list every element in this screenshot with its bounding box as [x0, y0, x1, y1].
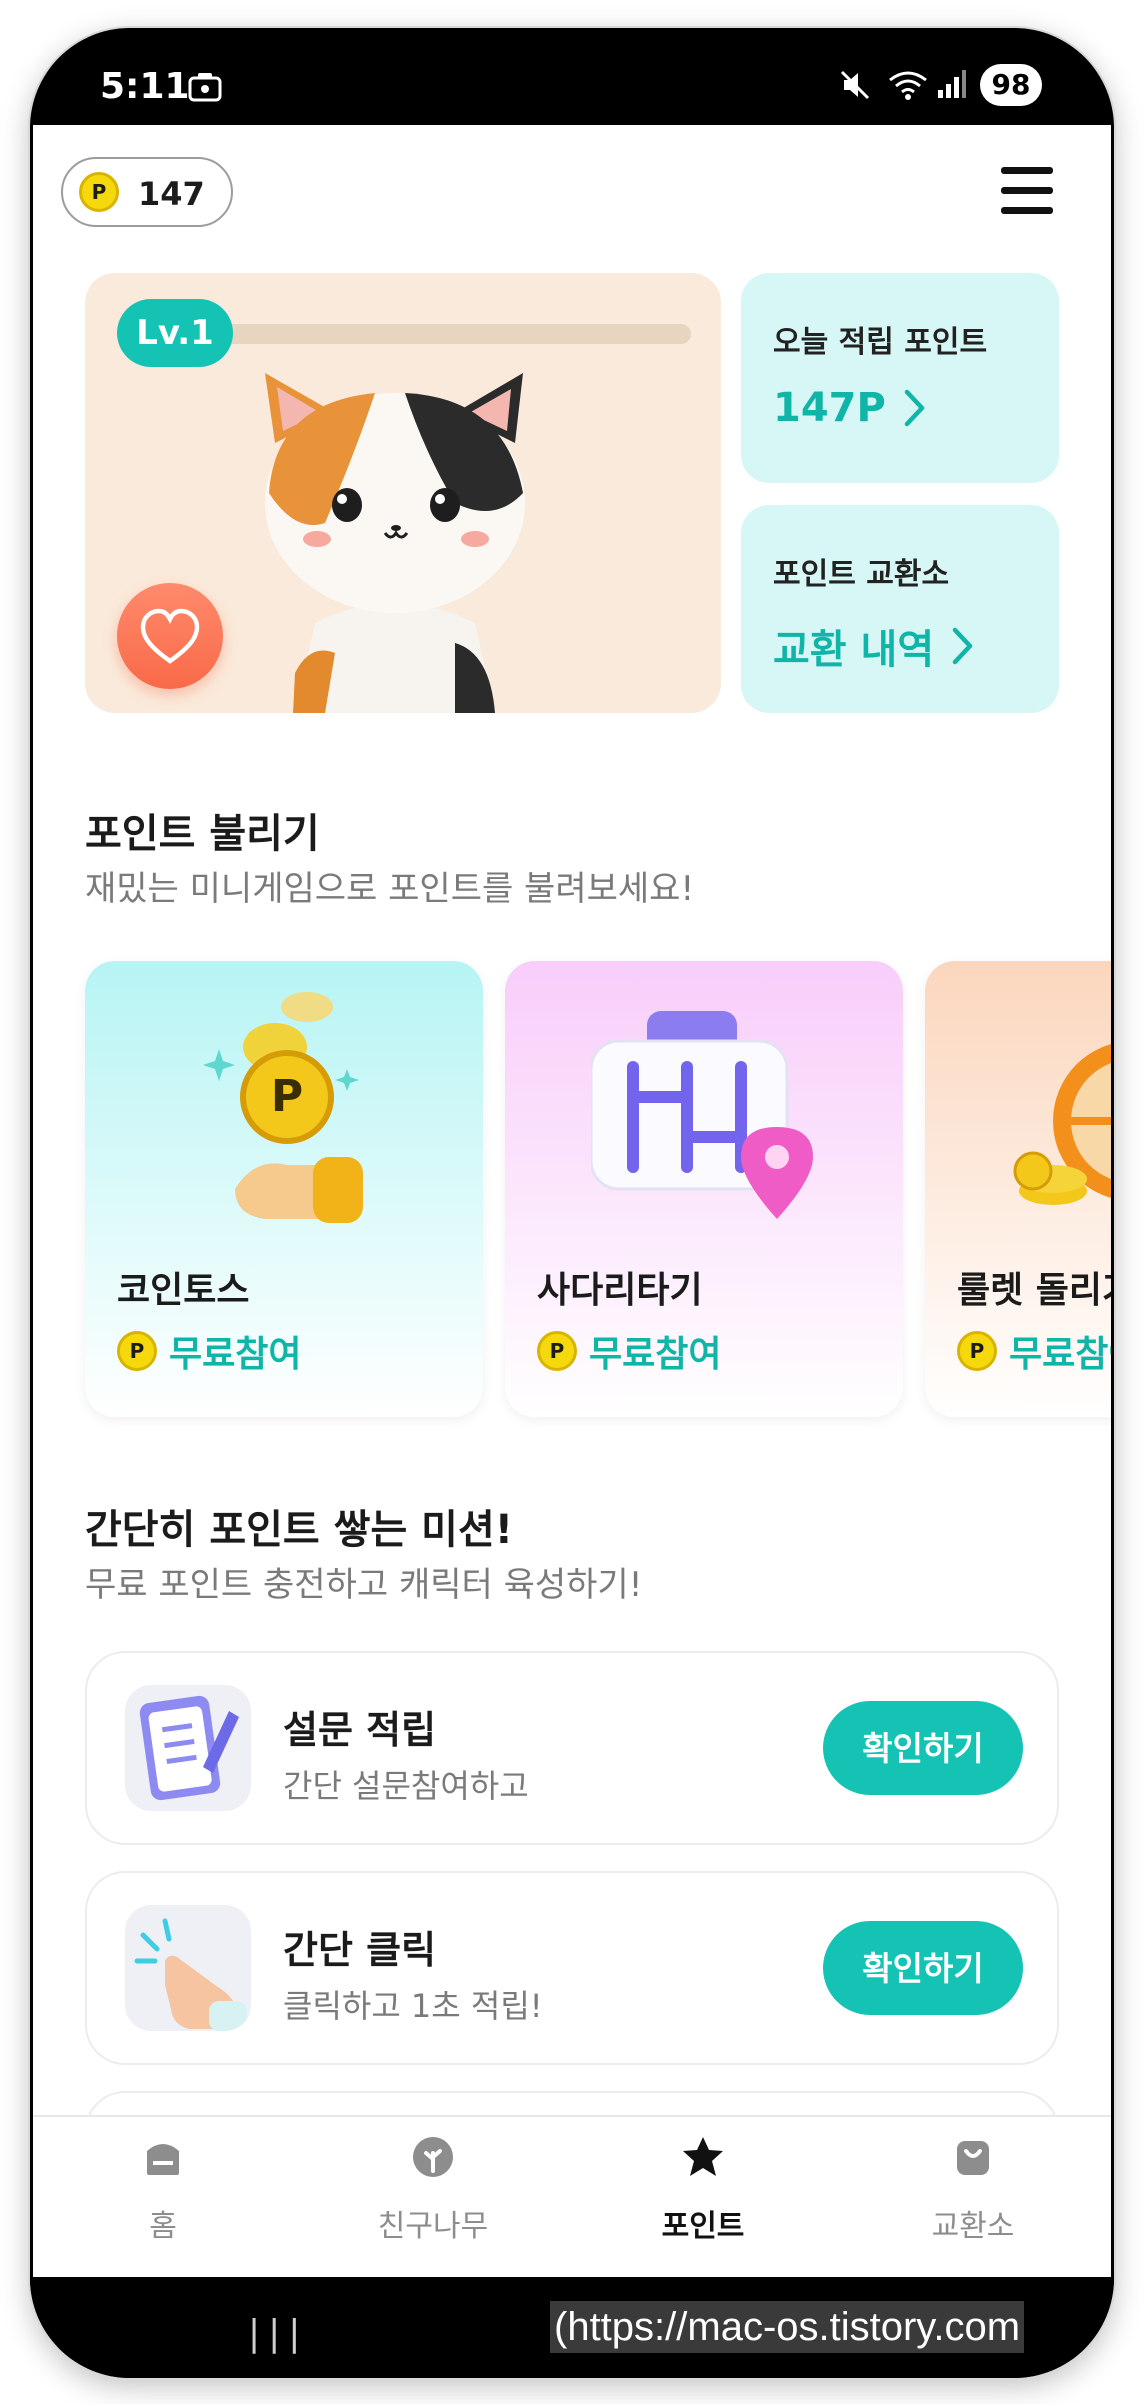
nav-label: 포인트 — [661, 2209, 745, 2244]
game-name: 룰렛 돌리기 — [957, 1270, 1111, 1311]
app-screen: P 147 Lv.1 오늘 적립 포인트 147P 포인트 교환소 교환 내역 … — [33, 125, 1111, 2277]
confirm-button[interactable]: 확인하기 — [823, 1921, 1023, 2015]
menu-button[interactable] — [999, 167, 1055, 217]
nav-label: 홈 — [149, 2209, 177, 2244]
signal-icon — [938, 70, 966, 98]
point-coin-icon: P — [537, 1331, 577, 1371]
status-bar: 5:11 98 — [30, 28, 1114, 125]
level-badge: Lv.1 — [117, 299, 233, 367]
game-free-tag: P 무료참여 — [537, 1325, 721, 1377]
bottom-navigation: 홈 친구나무 포인트 교환소 — [33, 2115, 1111, 2277]
mission-item-click[interactable]: 간단 클릭 클릭하고 1초 적립! 확인하기 — [85, 1871, 1059, 2065]
game-card-roulette[interactable]: 룰렛 돌리기 P 무료참여 — [925, 961, 1111, 1417]
hamburger-line — [1001, 207, 1053, 214]
missions-section-title: 간단히 포인트 쌓는 미션! — [85, 1507, 514, 1553]
game-card-ladder[interactable]: 사다리타기 P 무료참여 — [505, 961, 903, 1417]
game-name: 코인토스 — [117, 1270, 250, 1311]
hamburger-line — [1001, 167, 1053, 174]
point-balance-value: 147 — [138, 175, 205, 213]
nav-item-points[interactable]: 포인트 — [573, 2135, 833, 2245]
exchange-card[interactable]: 포인트 교환소 교환 내역 — [741, 505, 1059, 713]
status-time: 5:11 — [100, 66, 190, 107]
point-balance-pill[interactable]: P 147 — [61, 157, 233, 227]
battery-indicator: 98 — [980, 64, 1042, 106]
mission-subtitle: 간단 설문참여하고 — [283, 1767, 529, 1805]
game-free-tag: P 무료참여 — [957, 1325, 1111, 1377]
free-label: 무료참여 — [169, 1334, 302, 1375]
exchange-history-label: 교환 내역 — [773, 627, 935, 673]
roulette-wheel-illustration — [1013, 1044, 1111, 1205]
mission-item-survey[interactable]: 설문 적립 간단 설문참여하고 확인하기 — [85, 1651, 1059, 1845]
screenshot-icon — [188, 73, 222, 102]
confirm-button[interactable]: 확인하기 — [823, 1701, 1023, 1795]
exchange-history-link[interactable]: 교환 내역 — [773, 617, 974, 675]
cat-character-illustration — [265, 373, 525, 713]
today-points-value: 147P — [773, 385, 886, 431]
mission-subtitle: 클릭하고 1초 적립! — [283, 1987, 543, 2025]
recents-button[interactable]: ||| — [248, 2313, 308, 2354]
today-points-title: 오늘 적립 포인트 — [773, 325, 988, 360]
mute-icon — [840, 70, 870, 100]
mission-title: 간단 클릭 — [283, 1928, 437, 1972]
system-navigation-bar: ||| (https://mac-os.tistory.com — [30, 2277, 1114, 2378]
game-free-tag: P 무료참여 — [117, 1325, 301, 1377]
exchange-title: 포인트 교환소 — [773, 557, 950, 592]
chevron-right-icon — [904, 389, 925, 427]
clipboard-icon — [125, 1685, 251, 1811]
home-icon — [147, 2144, 179, 2175]
nav-label: 교환소 — [931, 2209, 1015, 2244]
point-coin-icon: P — [957, 1331, 997, 1371]
game-card-coin-toss[interactable]: P 코인토스 P 무료참여 — [85, 961, 483, 1417]
point-coin-icon: P — [79, 172, 119, 212]
svg-text:P: P — [271, 1071, 303, 1122]
today-points-link[interactable]: 147P — [773, 385, 926, 431]
phone-frame: 5:11 98 P 147 Lv.1 오늘 적립 포인트 147P 포인트 교환… — [30, 28, 1114, 2378]
shopping-bag-icon — [957, 2141, 989, 2175]
missions-section-subtitle: 무료 포인트 충전하고 캐릭터 육성하기! — [85, 1565, 643, 1605]
nav-item-home[interactable]: 홈 — [33, 2135, 293, 2245]
ladder-board-illustration — [591, 1011, 813, 1219]
tree-icon — [413, 2137, 453, 2177]
nav-item-exchange[interactable]: 교환소 — [843, 2135, 1103, 2245]
character-card[interactable]: Lv.1 — [85, 273, 721, 713]
games-section-title: 포인트 불리기 — [85, 811, 320, 857]
free-label: 무료참여 — [1009, 1334, 1111, 1375]
heart-button[interactable] — [117, 583, 223, 689]
mission-title: 설문 적립 — [283, 1708, 437, 1752]
games-section-subtitle: 재밌는 미니게임으로 포인트를 불려보세요! — [85, 869, 695, 909]
game-name: 사다리타기 — [537, 1270, 703, 1311]
heart-icon — [140, 608, 200, 664]
point-coin-icon: P — [117, 1331, 157, 1371]
hamburger-line — [1001, 187, 1053, 194]
today-points-card[interactable]: 오늘 적립 포인트 147P — [741, 273, 1059, 483]
chevron-right-icon — [952, 627, 973, 665]
star-icon — [683, 2137, 723, 2176]
wifi-icon — [889, 71, 927, 100]
nav-item-friend-tree[interactable]: 친구나무 — [303, 2135, 563, 2245]
nav-label: 친구나무 — [377, 2209, 489, 2244]
xp-progress-bar — [205, 324, 691, 344]
free-label: 무료참여 — [589, 1334, 722, 1375]
watermark-text: (https://mac-os.tistory.com — [550, 2301, 1025, 2353]
tap-hand-icon — [125, 1905, 251, 2031]
coin-toss-illustration: P — [203, 992, 363, 1223]
